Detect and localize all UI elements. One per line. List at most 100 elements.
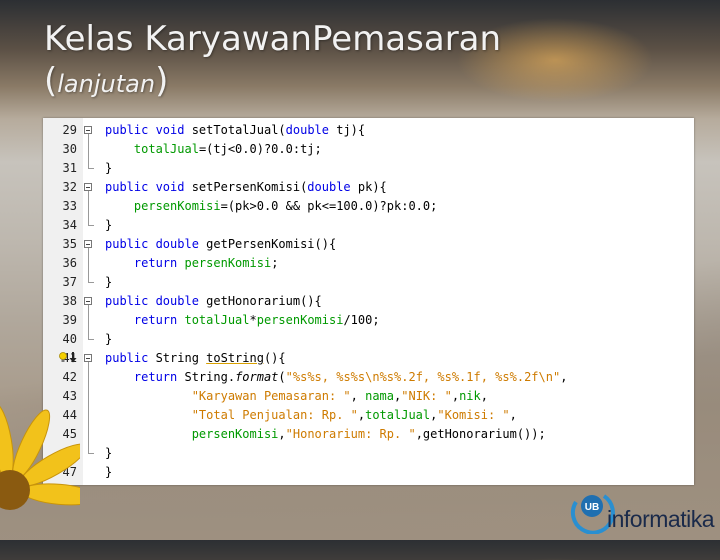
code-token: set xyxy=(191,123,214,137)
code-token: } xyxy=(105,446,113,460)
fold-guide xyxy=(88,197,89,216)
code-token: setPersenKomisi( xyxy=(191,180,308,194)
line-number: 29 xyxy=(62,123,77,137)
title-line1: Kelas KaryawanPemasaran xyxy=(44,19,502,59)
code-token: ( xyxy=(278,370,286,384)
fold-toggle-icon[interactable] xyxy=(84,126,92,134)
code-token: toString xyxy=(206,351,264,365)
code-line: 47} xyxy=(43,463,694,482)
code-token: return xyxy=(133,370,185,384)
code-token: ,getHonorarium()); xyxy=(415,427,546,441)
code-line: 41 public String toString(){ xyxy=(43,349,694,368)
code-text: public String toString(){ xyxy=(105,349,286,368)
code-token: TotalJual( xyxy=(213,123,286,137)
fold-toggle-icon[interactable] xyxy=(84,240,92,248)
fold-end-marker xyxy=(88,282,94,283)
code-token: =(tj<0.0)?0.0:tj; xyxy=(198,142,322,156)
code-token: format xyxy=(235,370,279,384)
code-token: "%s%s, %s%s\n%s%.2f, %s%.1f, %s%.2f\n" xyxy=(285,370,561,384)
code-line: 38 public double getHonorarium(){ xyxy=(43,292,694,311)
code-token: public double xyxy=(105,294,207,308)
code-token: ; xyxy=(271,256,279,270)
code-token: "NIK: " xyxy=(401,389,452,403)
override-arrow-icon[interactable] xyxy=(69,351,77,364)
fold-end-marker xyxy=(88,339,94,340)
code-token: } xyxy=(105,218,113,232)
code-line: 45 persenKomisi,"Honorarium: Rp. ",getHo… xyxy=(43,425,694,444)
fold-guide xyxy=(88,140,89,159)
code-line: 39 return totalJual*persenKomisi/100; xyxy=(43,311,694,330)
code-token: } xyxy=(105,275,113,289)
line-number: 37 xyxy=(62,275,77,289)
fold-toggle-icon[interactable] xyxy=(84,354,92,362)
slide-title: Kelas KaryawanPemasaran (lanjutan) xyxy=(44,18,501,105)
code-token: "Honorarium: Rp. " xyxy=(285,427,416,441)
fold-toggle-icon[interactable] xyxy=(84,297,92,305)
code-token: , xyxy=(278,427,286,441)
code-line: 44 "Total Penjualan: Rp. ",totalJual,"Ko… xyxy=(43,406,694,425)
code-line: 30 totalJual=(tj<0.0)?0.0:tj; xyxy=(43,140,694,159)
code-text: } xyxy=(105,330,112,349)
code-text: return totalJual*persenKomisi/100; xyxy=(105,311,380,330)
code-line: 36 return persenKomisi; xyxy=(43,254,694,273)
lightbulb-warning-icon[interactable] xyxy=(58,352,68,363)
code-line: 35 public double getPersenKomisi(){ xyxy=(43,235,694,254)
code-line: 32 public void setPersenKomisi(double pk)… xyxy=(43,178,694,197)
code-token: getHonorarium(){ xyxy=(206,294,322,308)
code-text: public void setPersenKomisi(double pk){ xyxy=(105,178,387,197)
code-token: getPersenKomisi(){ xyxy=(206,237,337,251)
line-number: 38 xyxy=(62,294,77,308)
line-number: 33 xyxy=(62,199,77,213)
code-token: persenKomisi xyxy=(133,199,221,213)
fold-guide xyxy=(88,387,89,406)
code-token: public double xyxy=(105,237,207,251)
code-text: } xyxy=(105,444,112,463)
code-line: 33 persenKomisi=(pk>0.0 && pk<=100.0)?pk… xyxy=(43,197,694,216)
code-token: =(pk>0.0 && pk<=100.0)?pk:0.0; xyxy=(220,199,438,213)
code-token: * xyxy=(249,313,257,327)
code-token: persenKomisi xyxy=(256,313,344,327)
code-text: } xyxy=(105,273,112,292)
fold-end-marker xyxy=(88,168,94,169)
code-token: } xyxy=(105,465,113,479)
code-token: (){ xyxy=(263,351,286,365)
code-text: public void setTotalJual(double tj){ xyxy=(105,121,365,140)
svg-text:UB: UB xyxy=(585,502,599,513)
code-token: , xyxy=(509,408,517,422)
code-text: return persenKomisi; xyxy=(105,254,279,273)
code-line: 46} xyxy=(43,444,694,463)
code-token: nik xyxy=(459,389,481,403)
code-line: 31} xyxy=(43,159,694,178)
code-line: 40} xyxy=(43,330,694,349)
line-number: 35 xyxy=(62,237,77,251)
code-line: 29 public void setTotalJual(double tj){ xyxy=(43,121,694,140)
code-token: persenKomisi xyxy=(191,427,279,441)
code-token: } xyxy=(105,161,113,175)
line-number: 36 xyxy=(62,256,77,270)
code-token: totalJual xyxy=(184,313,250,327)
code-token: public void xyxy=(105,123,192,137)
fold-end-marker xyxy=(88,453,94,454)
code-text: } xyxy=(105,159,112,178)
line-number: 34 xyxy=(62,218,77,232)
fold-guide xyxy=(88,368,89,387)
code-token: tj){ xyxy=(336,123,366,137)
code-text: persenKomisi,"Honorarium: Rp. ",getHonor… xyxy=(105,425,546,444)
code-text: "Total Penjualan: Rp. ",totalJual,"Komis… xyxy=(105,406,517,425)
code-token: persenKomisi xyxy=(184,256,272,270)
code-token: , xyxy=(350,389,366,403)
code-token: totalJual xyxy=(365,408,431,422)
fold-toggle-icon[interactable] xyxy=(84,183,92,191)
code-token: , xyxy=(560,370,568,384)
code-text: public double getHonorarium(){ xyxy=(105,292,322,311)
line-number: 30 xyxy=(62,142,77,156)
code-line: 37} xyxy=(43,273,694,292)
line-number: 39 xyxy=(62,313,77,327)
